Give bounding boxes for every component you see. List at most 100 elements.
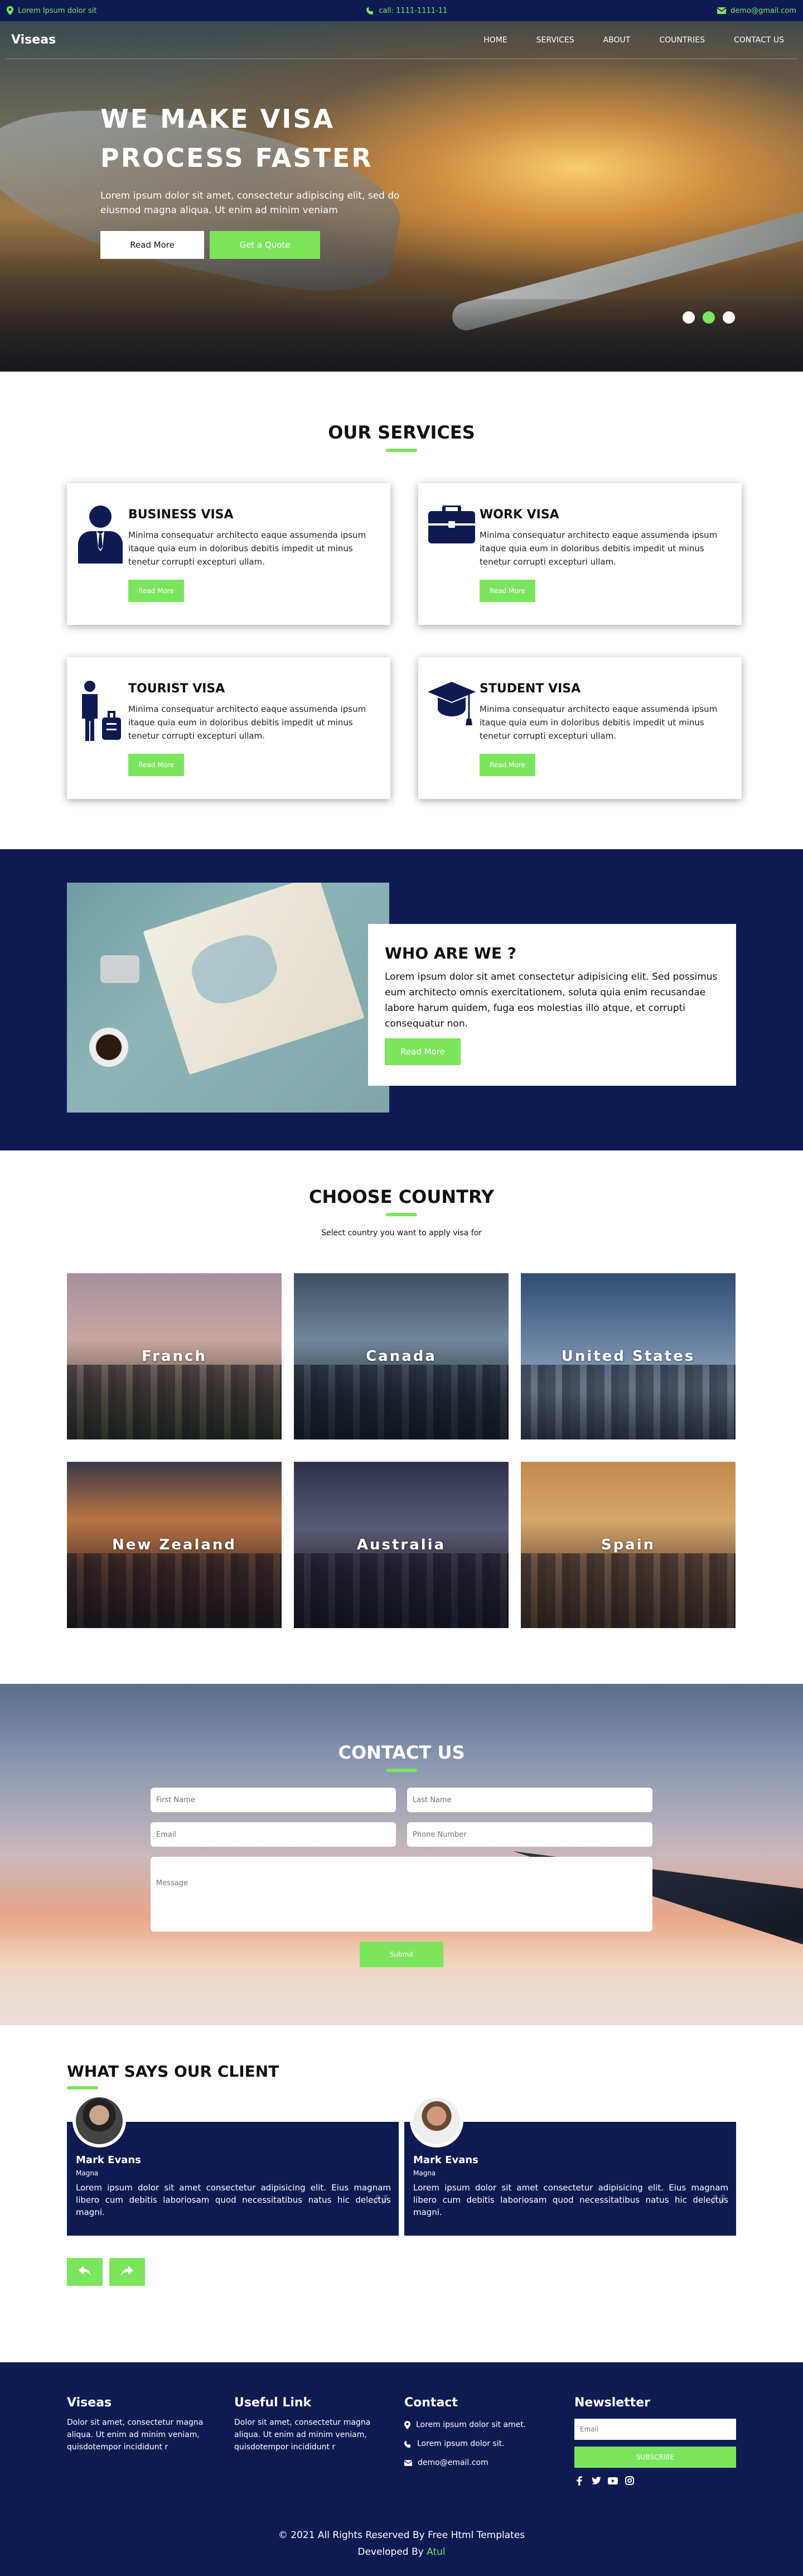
service-title: STUDENT VISA: [480, 682, 581, 696]
testimonials-underline: [67, 2086, 98, 2089]
copyright: © 2021 All Rights Reserved By Free Html …: [67, 2527, 736, 2560]
country-card-australia[interactable]: Australia: [294, 1462, 509, 1628]
testimonials-section: WHAT SAYS OUR CLIENT Mark Evans Magna Lo…: [0, 2025, 803, 2362]
youtube-icon[interactable]: [608, 2476, 618, 2486]
countries-subtitle: Select country you want to apply visa fo…: [321, 1229, 482, 1238]
email-text[interactable]: demo@gmail.com: [731, 7, 796, 15]
read-more-button[interactable]: Read More: [100, 231, 204, 259]
about-box: WHO ARE WE ? Lorem ipsum dolor sit amet …: [368, 924, 736, 1086]
twitter-icon[interactable]: [591, 2476, 601, 2486]
avatar: [72, 2094, 126, 2148]
hero-title-line2: PROCESS FASTER: [100, 143, 373, 173]
hero-title-line1: WE MAKE VISA: [100, 104, 335, 134]
client-quote: Lorem ipsum dolor sit amet consectetur a…: [413, 2183, 728, 2217]
phone-info: call: 1111-1111-11: [366, 7, 447, 15]
footer-about-title: Viseas: [67, 2396, 112, 2410]
footer-email-text[interactable]: demo@email.com: [418, 2453, 488, 2472]
client-quote: Lorem ipsum dolor sit amet consectetur a…: [76, 2183, 391, 2217]
service-card-business: BUSINESS VISA Minima consequatur archite…: [67, 483, 390, 625]
client-name: Mark Evans: [413, 2154, 478, 2166]
prev-testimonial-button[interactable]: [67, 2258, 103, 2286]
contact-form: [151, 1788, 652, 1932]
country-card-united-states[interactable]: United States: [521, 1273, 736, 1439]
slider-dot-3[interactable]: [723, 311, 735, 324]
hero-text: Lorem ipsum dolor sit amet, consectetur …: [100, 190, 400, 216]
footer-email: demo@email.com: [404, 2453, 574, 2472]
country-image: [67, 1364, 282, 1439]
country-name: Australia: [356, 1537, 446, 1553]
country-image: [67, 1553, 282, 1628]
slider-dots: [683, 311, 735, 324]
service-text: Minima consequatur architecto eaque assu…: [128, 530, 366, 567]
email-input[interactable]: [151, 1822, 396, 1847]
service-text: Minima consequatur architecto eaque assu…: [480, 704, 718, 741]
services-underline: [386, 449, 417, 452]
hero-content: WE MAKE VISA PROCESS FASTER Lorem ipsum …: [100, 99, 435, 259]
nav-item-countries[interactable]: COUNTRIES: [659, 36, 705, 45]
service-read-more-button[interactable]: Read More: [480, 580, 535, 602]
quote-icon: ”: [708, 2187, 728, 2233]
hero-title: WE MAKE VISA PROCESS FASTER: [100, 99, 435, 177]
footer-about: Viseas Dolor sit amet, consectetur magna…: [67, 2396, 234, 2486]
location-pin-icon: [404, 2420, 410, 2429]
phone-icon: [366, 7, 374, 15]
country-card-canada[interactable]: Canada: [294, 1273, 509, 1439]
footer-contact-list: Lorem ipsum dolor sit amet. Lorem ipsum …: [404, 2415, 574, 2472]
hero-section: Viseas HOME SERVICES ABOUT COUNTRIES CON…: [0, 21, 803, 372]
service-read-more-button[interactable]: Read More: [480, 754, 535, 776]
developer-credit: Developed By Atul: [67, 2544, 736, 2560]
nav-item-home[interactable]: HOME: [483, 36, 507, 45]
slider-dot-2[interactable]: [703, 311, 715, 324]
author-link[interactable]: Atul: [427, 2546, 446, 2558]
service-read-more-button[interactable]: Read More: [128, 754, 184, 776]
first-name-input[interactable]: [151, 1788, 396, 1812]
footer-phone: Lorem ipsum dolor sit.: [404, 2434, 574, 2453]
phone-text[interactable]: call: 1111-1111-11: [379, 7, 447, 15]
service-read-more-button[interactable]: Read More: [128, 580, 184, 602]
slider-dot-1[interactable]: [683, 311, 695, 324]
footer-newsletter: Newsletter SUBSCRIBE: [574, 2396, 736, 2486]
country-image: [521, 1553, 736, 1628]
social-links: [574, 2476, 736, 2486]
subscribe-button[interactable]: SUBSCRIBE: [574, 2447, 736, 2468]
nav-item-about[interactable]: ABOUT: [603, 36, 631, 45]
country-name: Franch: [142, 1348, 207, 1365]
facebook-icon[interactable]: [574, 2476, 584, 2486]
avatar: [410, 2094, 463, 2148]
country-image: [294, 1553, 509, 1628]
next-testimonial-button[interactable]: [109, 2258, 145, 2286]
country-card-france[interactable]: Franch: [67, 1273, 282, 1439]
country-card-new-zealand[interactable]: New Zealand: [67, 1462, 282, 1628]
phone-input[interactable]: [407, 1822, 652, 1847]
nav-item-contact[interactable]: CONTACT US: [734, 36, 784, 45]
phone-icon: [404, 2440, 411, 2448]
footer-address-text: Lorem ipsum dolor sit amet.: [416, 2420, 526, 2429]
camera-graphic: [100, 955, 139, 983]
coffee-cup-graphic: [89, 1028, 128, 1067]
contact-title: CONTACT US: [338, 1742, 465, 1763]
service-card-student: STUDENT VISA Minima consequatur architec…: [418, 657, 742, 799]
about-read-more-button[interactable]: Read More: [385, 1038, 461, 1065]
hero-buttons: Read More Get a Quote: [100, 231, 435, 259]
newsletter-email-input[interactable]: [574, 2419, 736, 2440]
submit-button[interactable]: Submit: [360, 1942, 443, 1967]
testimonials-title: WHAT SAYS OUR CLIENT: [67, 2062, 279, 2081]
about-section: WHO ARE WE ? Lorem ipsum dolor sit amet …: [0, 849, 803, 1150]
country-card-spain[interactable]: Spain: [521, 1462, 736, 1628]
footer-about-text: Dolor sit amet, consectetur magna aliqua…: [67, 2418, 204, 2452]
service-title: TOURIST VISA: [128, 682, 225, 696]
copyright-text: © 2021 All Rights Reserved By Free Html …: [278, 2530, 525, 2541]
envelope-icon: [404, 2459, 412, 2466]
about-text: Lorem ipsum dolor sit amet consectetur a…: [385, 971, 718, 1029]
nav-item-services[interactable]: SERVICES: [536, 36, 574, 45]
message-input[interactable]: [151, 1857, 652, 1932]
businessman-icon: [72, 505, 128, 625]
instagram-icon[interactable]: [625, 2476, 635, 2486]
services-section: OUR SERVICES BUSINESS VISA Minima conseq…: [0, 372, 803, 849]
logo[interactable]: Viseas: [11, 33, 56, 47]
contact-form-wrapper: CONTACT US Submit: [151, 1742, 652, 1967]
location-text: Lorem Ipsum dolor sit: [18, 6, 97, 15]
get-quote-button[interactable]: Get a Quote: [210, 231, 320, 259]
last-name-input[interactable]: [407, 1788, 652, 1812]
testimonial-card: Mark Evans Magna Lorem ipsum dolor sit a…: [404, 2094, 736, 2236]
